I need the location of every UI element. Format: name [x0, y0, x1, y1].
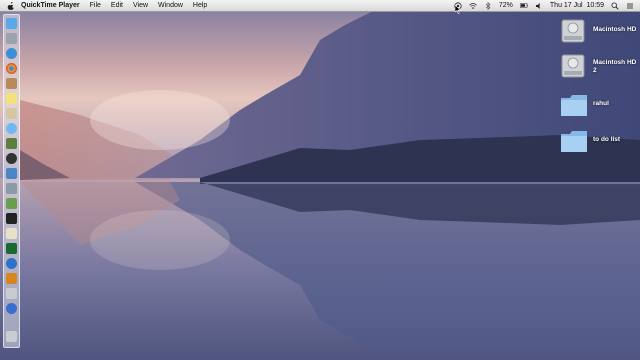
- app-icon[interactable]: [6, 228, 17, 239]
- system-preferences-icon[interactable]: [6, 183, 17, 194]
- chrome-icon[interactable]: [6, 63, 17, 74]
- menu-view[interactable]: View: [133, 0, 148, 11]
- volume-icon[interactable]: [535, 2, 543, 10]
- safari-icon[interactable]: [6, 48, 17, 59]
- notification-center-icon[interactable]: [626, 2, 634, 10]
- mouse-cursor-icon: [455, 5, 461, 14]
- desktop: QuickTime Player File Edit View Window H…: [0, 0, 640, 360]
- menu-help[interactable]: Help: [193, 0, 207, 11]
- menu-window[interactable]: Window: [158, 0, 183, 11]
- folder-icon: [561, 95, 587, 116]
- finder-icon[interactable]: [6, 18, 17, 29]
- itunes-icon[interactable]: [6, 168, 17, 179]
- clock[interactable]: Thu 17 Jul 10:59: [550, 2, 604, 9]
- wifi-icon[interactable]: [469, 2, 477, 10]
- wallpaper: [0, 0, 640, 360]
- hard-drive-icon: [561, 19, 585, 43]
- trash-icon[interactable]: [6, 331, 17, 342]
- downloads-icon[interactable]: [6, 303, 17, 314]
- hard-drive-icon: [561, 54, 585, 78]
- quicktime-icon[interactable]: [6, 258, 17, 269]
- notes-icon[interactable]: [6, 93, 17, 104]
- terminal-icon[interactable]: [6, 213, 17, 224]
- app-menu[interactable]: QuickTime Player: [21, 0, 80, 11]
- folder-icon: [561, 131, 587, 152]
- photo-icon[interactable]: [6, 198, 17, 209]
- bluetooth-icon[interactable]: [484, 1, 492, 10]
- messages-icon[interactable]: [6, 123, 17, 134]
- menu-edit[interactable]: Edit: [111, 0, 123, 11]
- desktop-icon-label: rahul: [593, 100, 609, 107]
- camera-icon[interactable]: [6, 153, 17, 164]
- desktop-icon-label: to do list: [593, 136, 621, 143]
- status-area: 72% Thu 17 Jul 10:59: [454, 0, 634, 11]
- spotlight-icon[interactable]: [611, 2, 619, 10]
- desktop-icon-label: Macintosh HD 2: [593, 59, 637, 74]
- app-icon[interactable]: [6, 243, 17, 254]
- menu-bar: QuickTime Player File Edit View Window H…: [0, 0, 640, 12]
- battery-percent: 72%: [498, 2, 513, 9]
- apple-menu-icon[interactable]: [7, 1, 15, 10]
- app-icon[interactable]: [6, 288, 17, 299]
- desktop-icon-label: Macintosh HD: [593, 26, 637, 33]
- contacts-icon[interactable]: [6, 78, 17, 89]
- mail-icon[interactable]: [6, 108, 17, 119]
- app-icon[interactable]: [6, 273, 17, 284]
- dock: [3, 14, 20, 348]
- facetime-icon[interactable]: [6, 138, 17, 149]
- menu-file[interactable]: File: [90, 0, 101, 11]
- battery-icon[interactable]: [520, 2, 528, 10]
- launchpad-icon[interactable]: [6, 33, 17, 44]
